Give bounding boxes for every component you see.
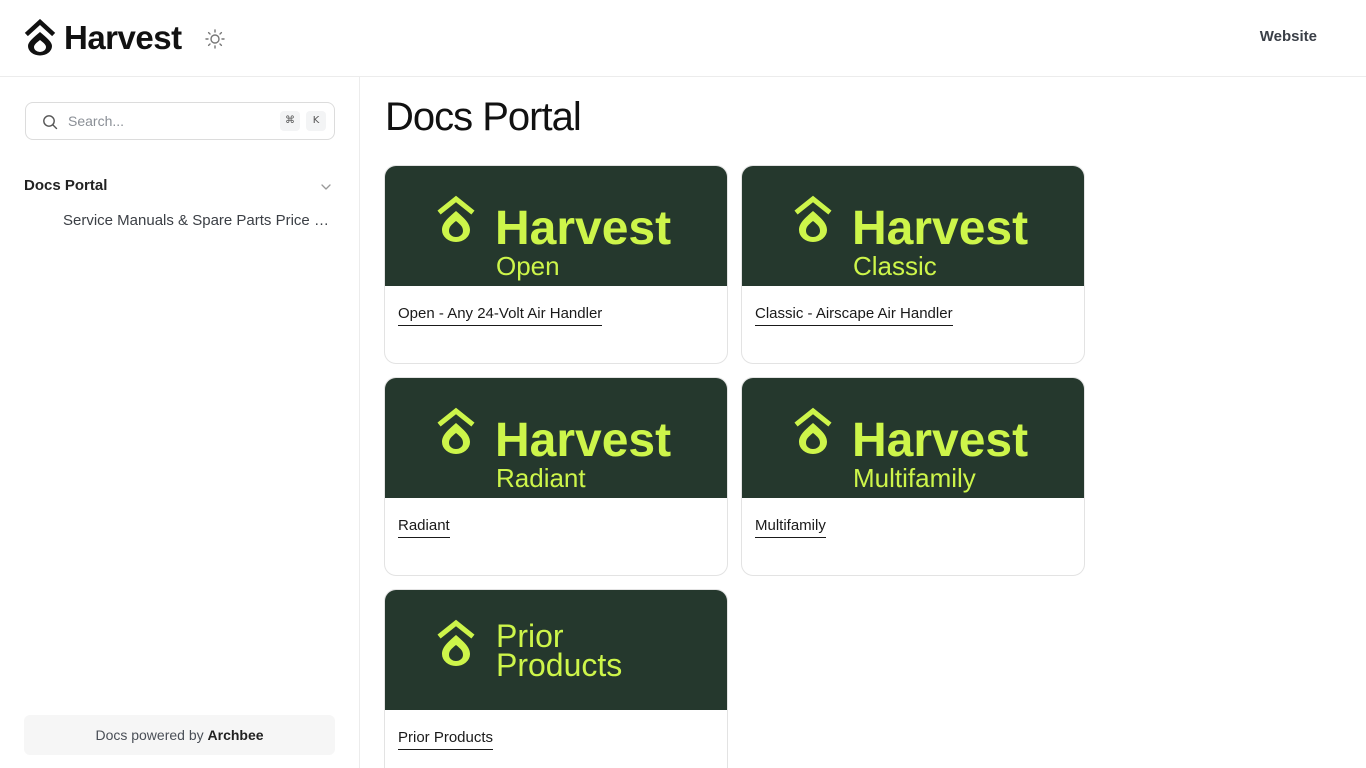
banner-sub: Radiant (496, 463, 586, 493)
banner-brand: Harvest (852, 414, 1028, 467)
powered-prefix: Docs powered by (95, 727, 208, 743)
search-box[interactable]: ⌘ K (25, 102, 335, 140)
doc-card-multifamily[interactable]: Harvest Multifamily Multifamily (741, 377, 1085, 576)
search-input[interactable] (68, 103, 278, 139)
brand-name: Harvest (64, 19, 182, 56)
card-title-link[interactable]: Multifamily (755, 516, 826, 538)
doc-card-classic[interactable]: Harvest Classic Classic - Airscape Air H… (741, 165, 1085, 364)
search-icon (42, 114, 58, 130)
sidebar-section-docs-portal[interactable]: Docs Portal (24, 176, 336, 196)
theme-toggle-button[interactable] (204, 28, 226, 50)
harvest-drop-logo-icon (437, 619, 475, 666)
chevron-down-icon[interactable] (320, 180, 332, 192)
sidebar-item-service-manuals[interactable]: Service Manuals & Spare Parts Price List (63, 211, 335, 231)
banner-brand: Harvest (495, 414, 671, 467)
doc-card-open[interactable]: Harvest Open Open - Any 24-Volt Air Hand… (384, 165, 728, 364)
sidebar: ⌘ K Docs Portal Service Manuals & Spare … (0, 77, 360, 768)
brand-logo[interactable]: Harvest (24, 19, 182, 57)
card-banner: Harvest Classic (742, 166, 1084, 286)
doc-card-radiant[interactable]: Harvest Radiant Radiant (384, 377, 728, 576)
banner-sub: Classic (853, 251, 937, 281)
harvest-logo-icon (24, 19, 56, 57)
powered-brand: Archbee (207, 727, 264, 743)
banner-sub: Open (496, 251, 560, 281)
page-title: Docs Portal (385, 95, 582, 139)
card-title-link[interactable]: Classic - Airscape Air Handler (755, 304, 953, 326)
card-title-link[interactable]: Open - Any 24-Volt Air Handler (398, 304, 603, 326)
card-banner: Harvest Multifamily (742, 378, 1084, 498)
banner-brand: Harvest (495, 202, 671, 255)
shortcut-cmd-key: ⌘ (280, 111, 300, 131)
sidebar-section-label: Docs Portal (24, 177, 108, 194)
top-header: Harvest Website (0, 0, 1366, 77)
harvest-drop-logo-icon (437, 195, 475, 242)
harvest-drop-logo-icon (794, 195, 832, 242)
website-link[interactable]: Website (1260, 28, 1317, 45)
banner-sub: Multifamily (853, 463, 976, 493)
card-banner: Harvest Open (385, 166, 727, 286)
shortcut-k-key: K (306, 111, 326, 131)
doc-card-prior-products[interactable]: Prior Products Prior Products (384, 589, 728, 768)
banner-line2: Products (496, 647, 622, 683)
card-banner: Harvest Radiant (385, 378, 727, 498)
card-banner: Prior Products (385, 590, 727, 710)
banner-brand: Harvest (852, 202, 1028, 255)
harvest-drop-logo-icon (794, 407, 832, 454)
card-title-link[interactable]: Prior Products (398, 728, 494, 750)
harvest-drop-logo-icon (437, 407, 475, 454)
sun-icon (204, 29, 226, 54)
card-title-link[interactable]: Radiant (398, 516, 450, 538)
powered-by-archbee[interactable]: Docs powered by Archbee (24, 715, 335, 755)
